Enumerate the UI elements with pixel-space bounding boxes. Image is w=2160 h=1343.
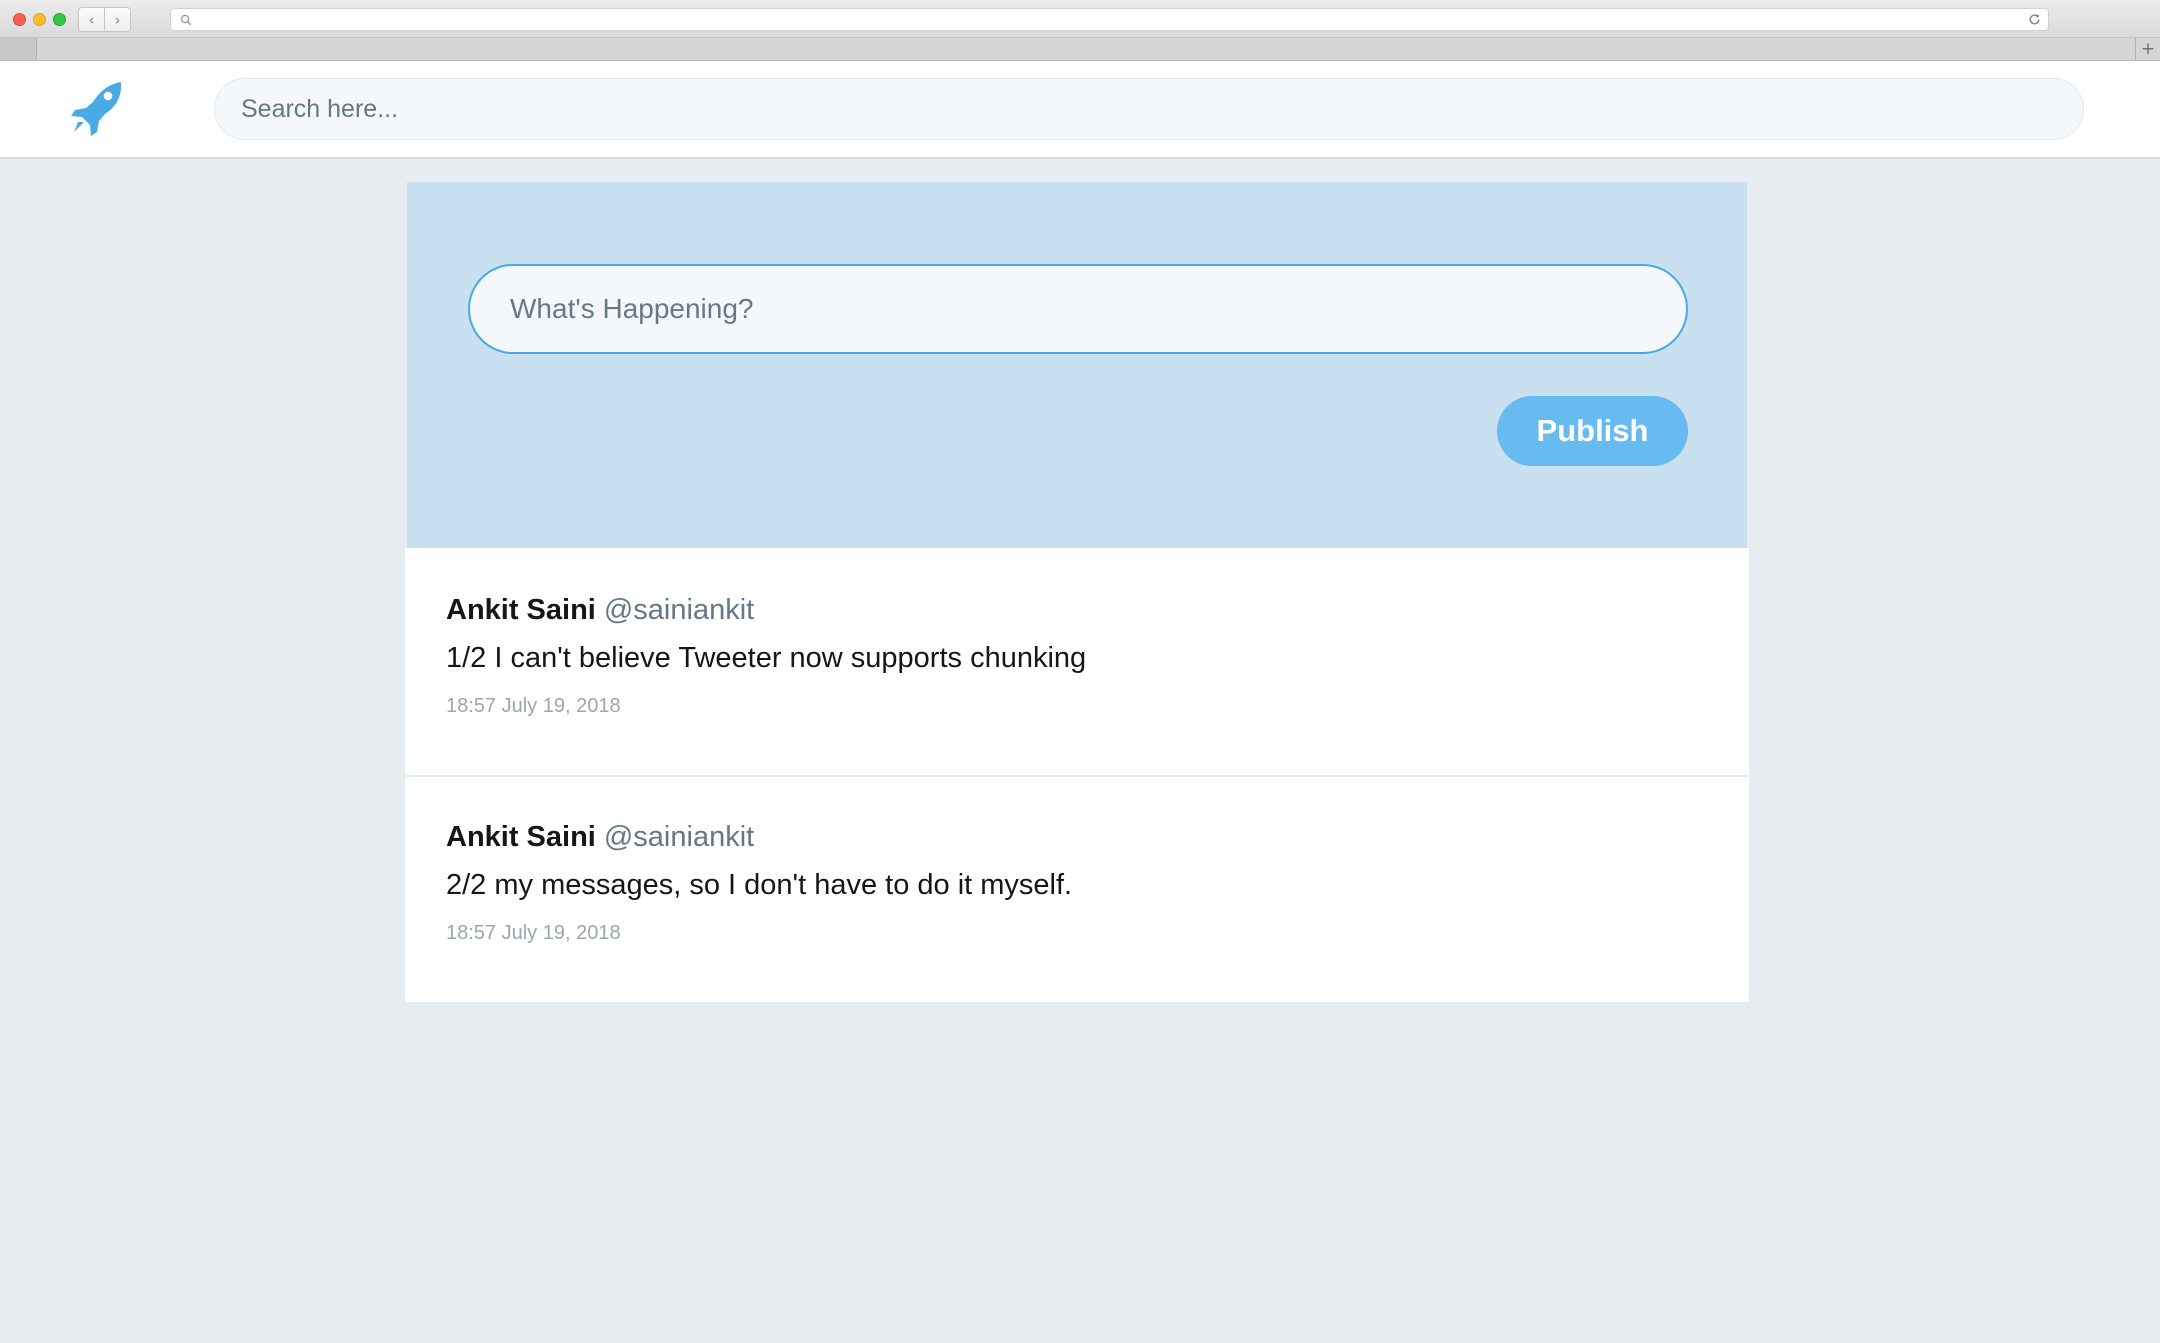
search-input[interactable] bbox=[214, 78, 2084, 140]
author-name[interactable]: Ankit Saini bbox=[446, 594, 596, 626]
browser-toolbar: ‹ › bbox=[0, 0, 2160, 38]
author-handle[interactable]: @sainiankit bbox=[604, 594, 754, 626]
tweet-text: 1/2 I can't believe Tweeter now supports… bbox=[446, 642, 1087, 674]
forward-button[interactable]: › bbox=[104, 8, 130, 31]
close-window-button[interactable] bbox=[13, 13, 26, 26]
publish-button[interactable]: Publish bbox=[1497, 396, 1688, 466]
back-button[interactable]: ‹ bbox=[79, 8, 104, 31]
tab-strip: + bbox=[0, 38, 2160, 61]
tweet-item[interactable]: Ankit Saini @sainiankit 2/2 my messages, … bbox=[405, 775, 1749, 1002]
search-icon bbox=[180, 14, 192, 26]
browser-tab[interactable] bbox=[0, 38, 37, 60]
author-name[interactable]: Ankit Saini bbox=[446, 821, 596, 853]
compose-input[interactable] bbox=[468, 264, 1688, 354]
tweet-timestamp: 18:57 July 19, 2018 bbox=[446, 695, 621, 717]
reload-icon[interactable] bbox=[2027, 12, 2042, 27]
address-bar[interactable] bbox=[170, 8, 2049, 31]
minimize-window-button[interactable] bbox=[33, 13, 46, 26]
author-handle[interactable]: @sainiankit bbox=[604, 821, 754, 853]
rocket-icon[interactable] bbox=[70, 81, 124, 137]
tweet-text: 2/2 my messages, so I don't have to do i… bbox=[446, 869, 1073, 901]
tweet-timestamp: 18:57 July 19, 2018 bbox=[446, 922, 621, 944]
app-header bbox=[0, 61, 2160, 159]
new-tab-button[interactable]: + bbox=[2135, 38, 2160, 60]
tweet-composer: Publish bbox=[407, 182, 1747, 548]
tweet-item[interactable]: Ankit Saini @sainiankit 1/2 I can't belie… bbox=[405, 548, 1749, 775]
history-nav: ‹ › bbox=[78, 7, 131, 32]
zoom-window-button[interactable] bbox=[53, 13, 66, 26]
tweet-feed: Ankit Saini @sainiankit 1/2 I can't belie… bbox=[405, 548, 1749, 1002]
tweet-header: Ankit Saini @sainiankit bbox=[446, 821, 754, 854]
tweet-header: Ankit Saini @sainiankit bbox=[446, 594, 754, 627]
